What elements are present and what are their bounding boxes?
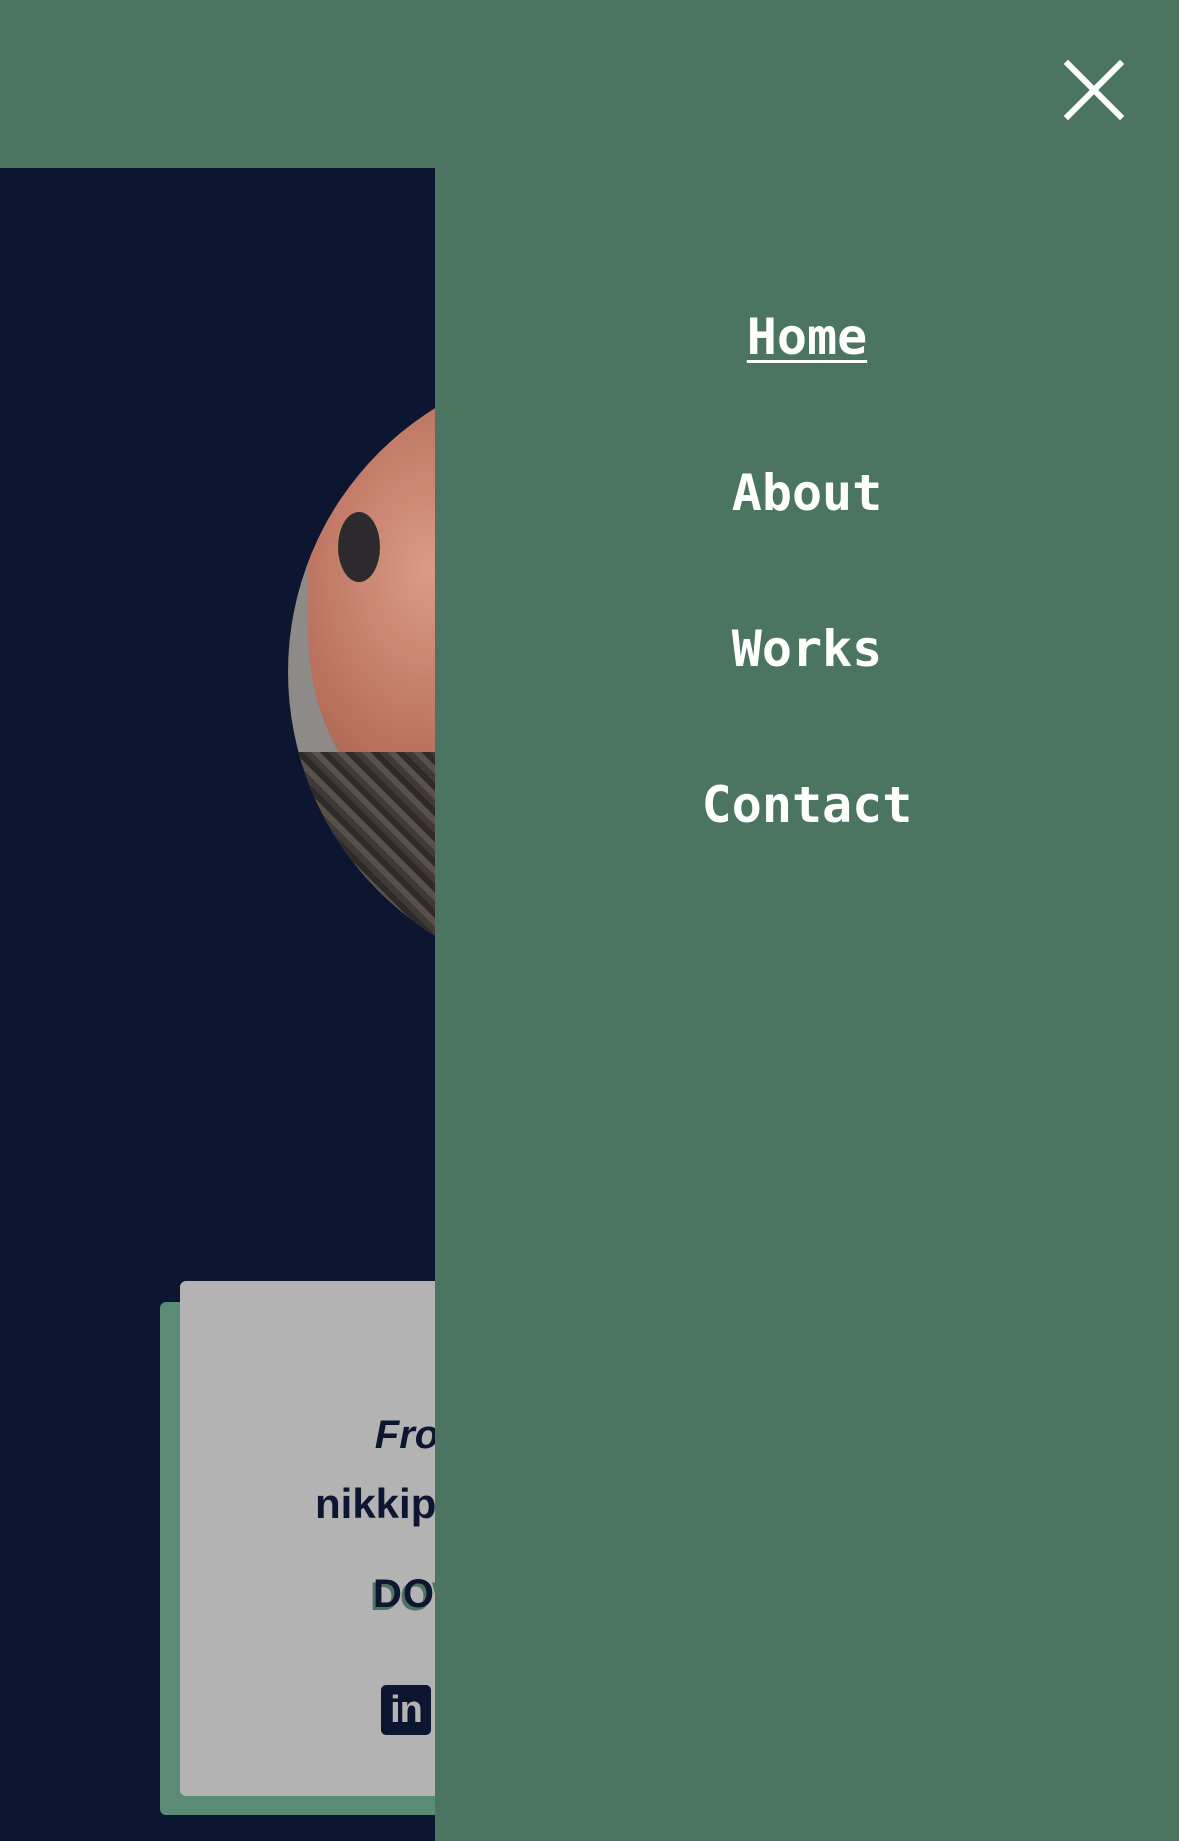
profile-photo-sweater	[288, 752, 435, 982]
linkedin-icon[interactable]: in	[381, 1685, 431, 1735]
nav-item-home[interactable]: Home	[435, 307, 1179, 367]
intro-card-email[interactable]: nikkip	[315, 1480, 435, 1528]
nav-item-contact[interactable]: Contact	[435, 775, 1179, 835]
close-icon	[1063, 59, 1125, 121]
profile-photo-detail	[338, 512, 380, 582]
profile-photo	[288, 362, 435, 982]
page: Fro nikkip DOW in Home About Works Conta…	[0, 0, 1179, 1841]
nav-menu-panel	[435, 0, 1179, 1841]
nav-item-works[interactable]: Works	[435, 619, 1179, 679]
nav-item-about[interactable]: About	[435, 463, 1179, 523]
close-menu-button[interactable]	[1060, 56, 1128, 124]
intro-card-tagline: Fro	[374, 1413, 435, 1457]
hero-section: Fro nikkip DOW in	[0, 168, 435, 1841]
download-button[interactable]: DOW	[373, 1572, 435, 1617]
